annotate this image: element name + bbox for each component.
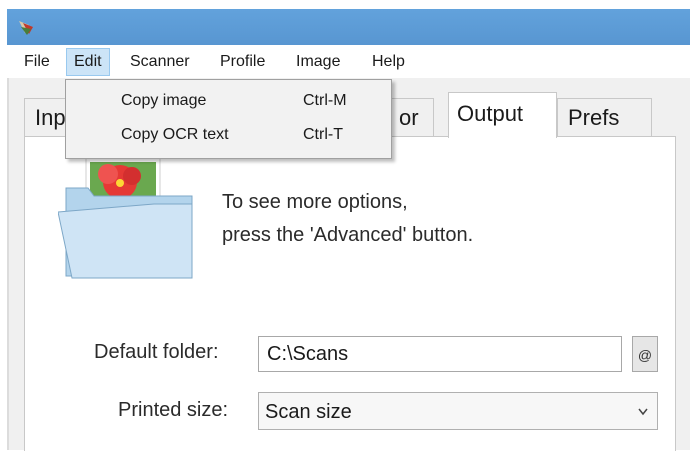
menu-image[interactable]: Image: [289, 49, 347, 75]
window-left-edge: [7, 78, 9, 450]
copy-ocr-text-shortcut: Ctrl-T: [303, 126, 343, 143]
edit-menu-dropdown: Copy image Ctrl-M Copy OCR text Ctrl-T: [65, 79, 392, 159]
printed-size-value: Scan size: [265, 401, 352, 423]
title-bar: [7, 9, 690, 45]
hint-line-2: press the 'Advanced' button.: [222, 224, 474, 246]
default-folder-input[interactable]: [258, 336, 622, 372]
menu-scanner[interactable]: Scanner: [123, 49, 197, 75]
printed-size-label: Printed size:: [118, 399, 229, 421]
printed-size-select[interactable]: Scan size: [258, 392, 658, 430]
insert-variable-button[interactable]: @: [632, 336, 658, 372]
default-folder-label: Default folder:: [94, 341, 219, 363]
tab-output[interactable]: Output: [448, 92, 557, 138]
chevron-down-icon: [637, 393, 649, 445]
menu-help[interactable]: Help: [365, 49, 412, 75]
hint-line-1: To see more options,: [222, 191, 408, 213]
tab-prefs[interactable]: Prefs: [557, 98, 652, 137]
advanced-hint-text: To see more options, press the 'Advanced…: [222, 186, 473, 252]
copy-image-shortcut: Ctrl-M: [303, 92, 347, 109]
menu-file[interactable]: File: [17, 49, 57, 75]
copy-ocr-text-label: Copy OCR text: [121, 126, 229, 143]
menu-bar: File Edit Scanner Profile Image Help: [7, 45, 690, 78]
menu-profile[interactable]: Profile: [213, 49, 272, 75]
scanner-app-icon: [19, 21, 33, 35]
copy-image-label: Copy image: [121, 92, 207, 109]
menu-edit[interactable]: Edit: [66, 48, 110, 76]
menu-item-copy-image[interactable]: Copy image Ctrl-M: [66, 86, 391, 116]
folder-with-photo-icon: [58, 158, 193, 279]
menu-item-copy-ocr-text[interactable]: Copy OCR text Ctrl-T: [66, 120, 391, 150]
